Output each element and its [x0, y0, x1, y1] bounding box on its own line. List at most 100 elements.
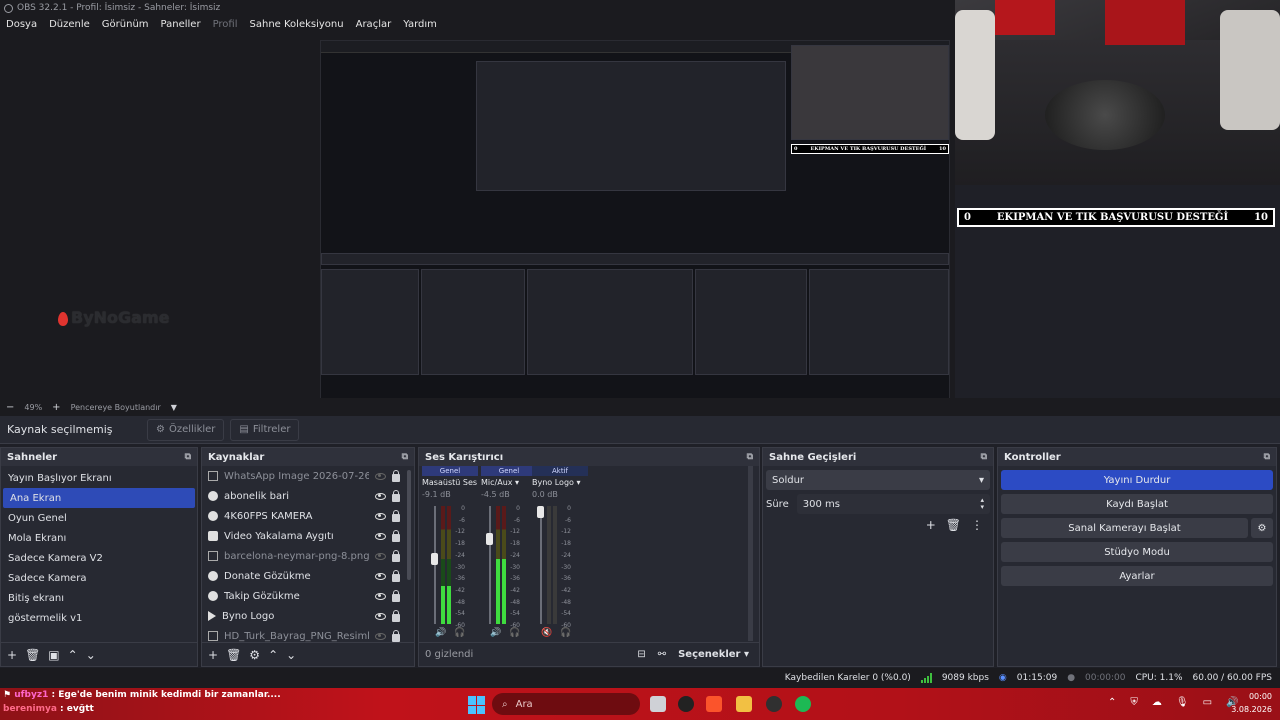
undock-icon[interactable]: ⧉: [981, 452, 987, 462]
filter-icon[interactable]: ▣: [48, 648, 59, 662]
menu-profile[interactable]: Profil: [213, 19, 238, 30]
zoom-out-button[interactable]: −: [6, 402, 14, 413]
scene-item[interactable]: Yayın Başlıyor Ekranı: [1, 468, 197, 488]
eye-hidden-icon[interactable]: [375, 552, 386, 560]
source-item[interactable]: Donate Gözükme: [202, 566, 406, 586]
properties-button[interactable]: ⚙ Özellikler: [147, 418, 225, 441]
undock-icon[interactable]: ⧉: [402, 452, 408, 462]
eye-icon[interactable]: [375, 492, 386, 500]
speaker-icon[interactable]: 🔊: [490, 628, 501, 638]
menu-docks[interactable]: Paneller: [161, 19, 201, 30]
lock-icon[interactable]: [392, 569, 400, 582]
scene-item[interactable]: göstermelik v1: [1, 608, 197, 628]
chevron-up-icon[interactable]: ⌃: [1108, 697, 1116, 708]
headphone-icon[interactable]: 🎧: [560, 628, 571, 638]
menu-scene-collection[interactable]: Sahne Koleksiyonu: [250, 19, 344, 30]
undock-icon[interactable]: ⧉: [1264, 452, 1270, 462]
speaker-icon[interactable]: 🔊: [435, 628, 446, 638]
scene-item[interactable]: Ana Ekran: [3, 488, 195, 508]
lock-icon[interactable]: [392, 549, 400, 562]
source-item[interactable]: Takip Gözükme: [202, 586, 406, 606]
undock-icon[interactable]: ⧉: [185, 452, 191, 462]
gear-icon[interactable]: ⚙: [1251, 518, 1273, 538]
spotify-icon[interactable]: [795, 696, 811, 712]
menu-help[interactable]: Yardım: [403, 19, 437, 30]
source-item[interactable]: Byno Logo: [202, 606, 406, 626]
source-item[interactable]: 4K60FPS KAMERA: [202, 506, 406, 526]
fader-track[interactable]: [489, 506, 491, 624]
mic-icon[interactable]: 🎙: [1176, 697, 1189, 708]
obs-icon[interactable]: [766, 696, 782, 712]
scene-item[interactable]: Bitiş ekranı: [1, 588, 197, 608]
down-arrow-icon[interactable]: ⌄: [86, 648, 96, 662]
lock-icon[interactable]: [392, 629, 400, 642]
start-recording-button[interactable]: Kaydı Başlat: [1001, 494, 1273, 514]
scene-item[interactable]: Sadece Kamera V2: [1, 548, 197, 568]
shield-icon[interactable]: ⛨: [1130, 697, 1138, 708]
eye-icon[interactable]: [375, 572, 386, 580]
headphone-icon[interactable]: 🎧: [454, 628, 465, 638]
filters-button[interactable]: ▤ Filtreler: [230, 418, 300, 441]
windows-start-icon[interactable]: [468, 696, 486, 714]
eye-icon[interactable]: [375, 592, 386, 600]
fader-knob[interactable]: [486, 533, 493, 546]
eye-icon[interactable]: [375, 612, 386, 620]
chatgpt-icon[interactable]: [678, 696, 694, 712]
preview-area[interactable]: ByNoGame 0 EKIPMAN VE TIK BAŞVURUSU DESTE…: [0, 32, 955, 426]
down-arrow-icon[interactable]: ⌄: [286, 648, 296, 662]
fader-knob[interactable]: [537, 505, 544, 518]
menu-tools[interactable]: Araçlar: [356, 19, 392, 30]
lock-icon[interactable]: [392, 509, 400, 522]
undock-icon[interactable]: ⧉: [747, 452, 753, 462]
fader-track[interactable]: [540, 506, 542, 624]
eye-icon[interactable]: [375, 532, 386, 540]
channel-name[interactable]: Mic/Aux ▾: [481, 476, 537, 490]
scene-item[interactable]: Sadece Kamera: [1, 568, 197, 588]
lock-icon[interactable]: [392, 609, 400, 622]
eye-hidden-icon[interactable]: [375, 632, 386, 640]
channel-name[interactable]: Masaüstü Ses ▾: [422, 476, 478, 490]
cloud-icon[interactable]: ☁: [1152, 697, 1162, 708]
studio-mode-button[interactable]: Stüdyo Modu: [1001, 542, 1273, 562]
up-arrow-icon[interactable]: ⌃: [268, 648, 278, 662]
source-item[interactable]: abonelik bari: [202, 486, 406, 506]
menu-view[interactable]: Görünüm: [102, 19, 149, 30]
add-icon[interactable]: +: [7, 648, 17, 662]
source-item[interactable]: barcelona-neymar-png-8.png: [202, 546, 406, 566]
spinner-icon[interactable]: ▴ ▾: [980, 497, 984, 511]
source-item[interactable]: Video Yakalama Aygıtı: [202, 526, 406, 546]
clock[interactable]: 00:00 3.08.2026: [1231, 690, 1272, 716]
lock-icon[interactable]: [392, 469, 400, 482]
taskbar-search[interactable]: ⌕ Ara: [492, 693, 640, 715]
trash-icon[interactable]: 🗑: [946, 518, 961, 532]
scene-item[interactable]: Oyun Genel: [1, 508, 197, 528]
lock-icon[interactable]: [392, 529, 400, 542]
menu-edit[interactable]: Düzenle: [49, 19, 90, 30]
speaker-muted-icon[interactable]: 🔇: [541, 628, 552, 638]
virtual-camera-button[interactable]: Sanal Kamerayı Başlat: [1001, 518, 1248, 538]
brave-icon[interactable]: [706, 696, 722, 712]
menu-file[interactable]: Dosya: [6, 19, 37, 30]
fader-knob[interactable]: [431, 553, 438, 566]
chevron-down-icon[interactable]: ▼: [171, 403, 177, 412]
up-arrow-icon[interactable]: ⌃: [68, 648, 78, 662]
trash-icon[interactable]: 🗑: [226, 648, 241, 662]
network-icon[interactable]: ▭: [1203, 697, 1212, 708]
add-icon[interactable]: +: [208, 648, 218, 662]
layout-icon[interactable]: ⊟: [637, 649, 645, 660]
transition-select[interactable]: Soldur ▾: [766, 470, 990, 490]
source-item[interactable]: WhatsApp Image 2026-07-26 at 03.48: [202, 466, 406, 486]
settings-button[interactable]: Ayarlar: [1001, 566, 1273, 586]
zoom-in-button[interactable]: +: [52, 402, 60, 413]
folder-icon[interactable]: [736, 696, 752, 712]
task-view-icon[interactable]: [650, 696, 666, 712]
lock-icon[interactable]: [392, 589, 400, 602]
gear-icon[interactable]: ⚙: [249, 648, 260, 662]
eye-hidden-icon[interactable]: [375, 472, 386, 480]
link-icon[interactable]: ⚯: [658, 649, 666, 660]
lock-icon[interactable]: [392, 489, 400, 502]
scene-item[interactable]: Mola Ekranı: [1, 528, 197, 548]
eye-icon[interactable]: [375, 512, 386, 520]
add-icon[interactable]: +: [926, 518, 936, 532]
channel-name[interactable]: Byno Logo ▾: [532, 476, 588, 490]
